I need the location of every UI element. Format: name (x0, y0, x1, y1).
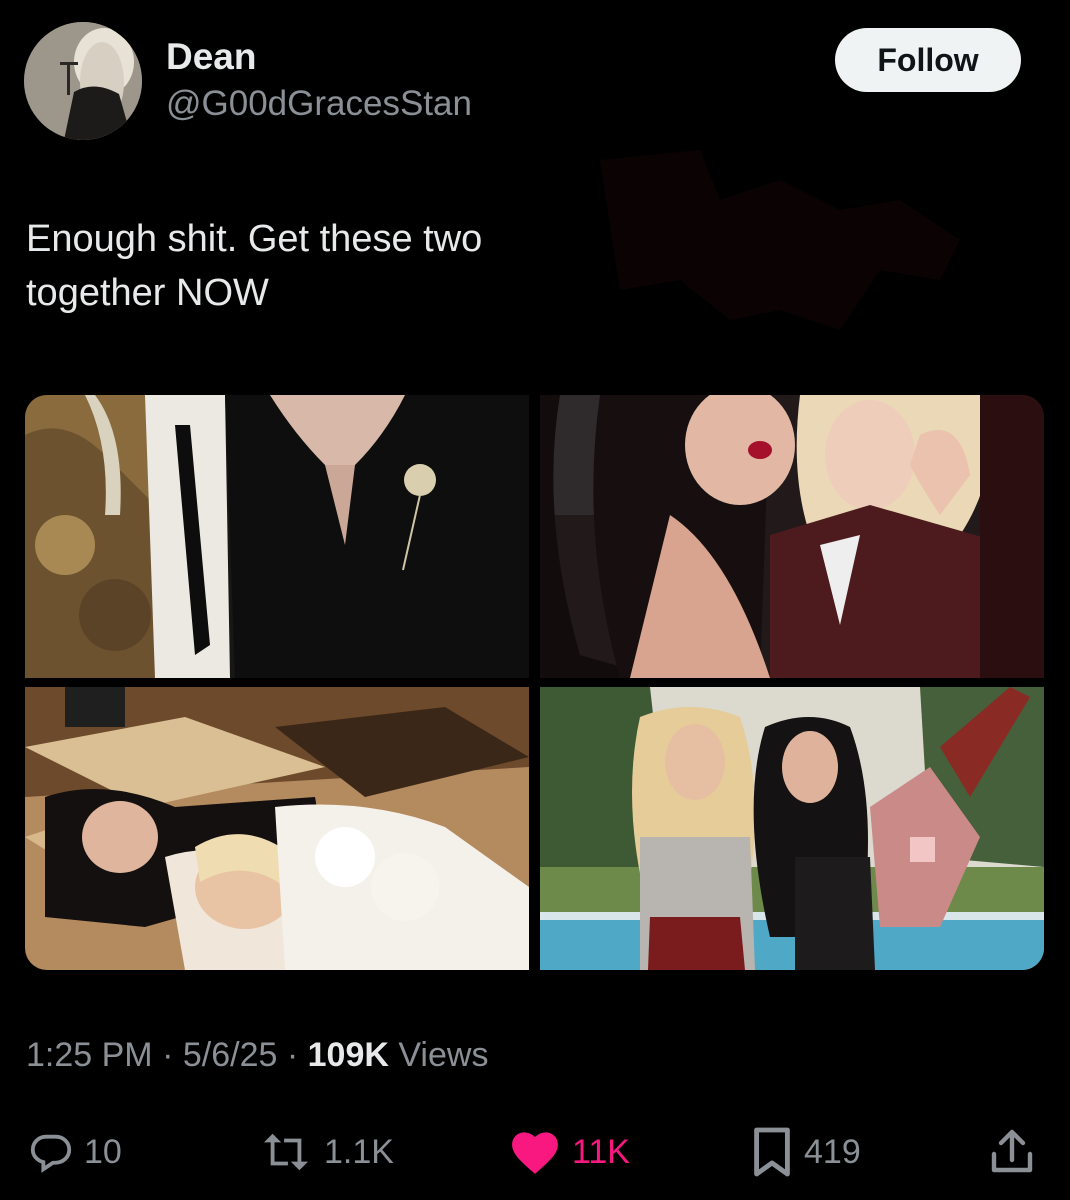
tweet-text-line-2: together NOW (26, 272, 269, 314)
photo-1[interactable] (25, 395, 529, 678)
author-handle[interactable]: @G00dGracesStan (166, 84, 472, 124)
like-button[interactable]: 11K (508, 1120, 630, 1184)
photo-3-image (25, 687, 529, 970)
meta-separator-2: · (286, 1036, 299, 1074)
photo-4[interactable] (540, 687, 1044, 970)
reply-count: 10 (84, 1132, 122, 1171)
bookmark-button[interactable]: 419 (750, 1120, 861, 1184)
author-display-name[interactable]: Dean (166, 36, 256, 78)
media-grid (25, 395, 1044, 970)
tweet-text: Enough shit. Get these two together NOW (26, 212, 626, 320)
action-bar: 10 1.1K 11K 419 (0, 1120, 1070, 1184)
tweet-date[interactable]: 5/6/25 (183, 1036, 278, 1074)
photo-3[interactable] (25, 687, 529, 970)
repost-button[interactable]: 1.1K (258, 1120, 394, 1184)
photo-2-image (540, 395, 1044, 678)
heart-icon (508, 1128, 562, 1176)
repost-icon (258, 1129, 314, 1175)
reply-icon (28, 1129, 74, 1175)
tweet-meta: 1:25 PM · 5/6/25 · 109K Views (26, 1036, 488, 1075)
bookmark-count: 419 (804, 1132, 861, 1171)
tweet-detail: Dean @G00dGracesStan Follow Enough shit.… (0, 0, 1070, 1200)
meta-separator-1: · (162, 1036, 174, 1074)
author-avatar[interactable] (24, 22, 142, 140)
follow-button[interactable]: Follow (835, 28, 1021, 92)
avatar-image (24, 22, 142, 140)
background-watermark (600, 150, 960, 330)
tweet-time[interactable]: 1:25 PM (26, 1036, 153, 1074)
share-icon (988, 1126, 1036, 1178)
like-count: 11K (572, 1132, 630, 1171)
views-label: Views (398, 1036, 489, 1074)
photo-1-image (25, 395, 529, 678)
share-button[interactable] (988, 1120, 1046, 1184)
repost-count: 1.1K (324, 1132, 394, 1171)
photo-2[interactable] (540, 395, 1044, 678)
photo-4-image (540, 687, 1044, 970)
reply-button[interactable]: 10 (28, 1120, 122, 1184)
bookmark-icon (750, 1125, 794, 1179)
tweet-text-line-1: Enough shit. Get these two (26, 218, 483, 260)
views-count: 109K (307, 1036, 389, 1074)
